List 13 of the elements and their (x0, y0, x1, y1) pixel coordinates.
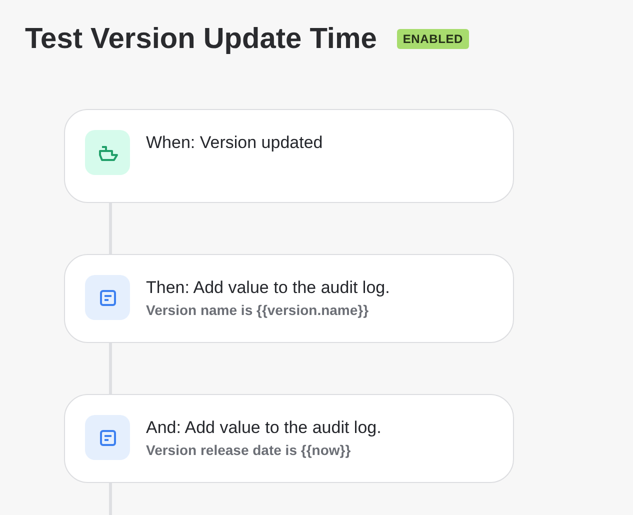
step-card[interactable]: When: Version updated (64, 109, 514, 203)
step-title: Then: Add value to the audit log. (146, 278, 390, 298)
step-card[interactable]: Then: Add value to the audit log. Version name is {{version.name}} (64, 254, 514, 343)
step-detail: Version name is {{version.name}} (146, 302, 370, 318)
step-title: And: Add value to the audit log. (146, 418, 382, 438)
document-icon (98, 288, 116, 306)
step-title: When: Version updated (146, 133, 323, 153)
page-title: Test Version Update Time (25, 22, 377, 56)
document-icon (98, 428, 116, 446)
ship-icon (96, 144, 118, 162)
step-detail: Version release date is {{now}} (146, 442, 352, 458)
status-badge: ENABLED (396, 29, 469, 49)
step-card[interactable]: And: Add value to the audit log. Version release date is {{now}} (64, 394, 514, 483)
